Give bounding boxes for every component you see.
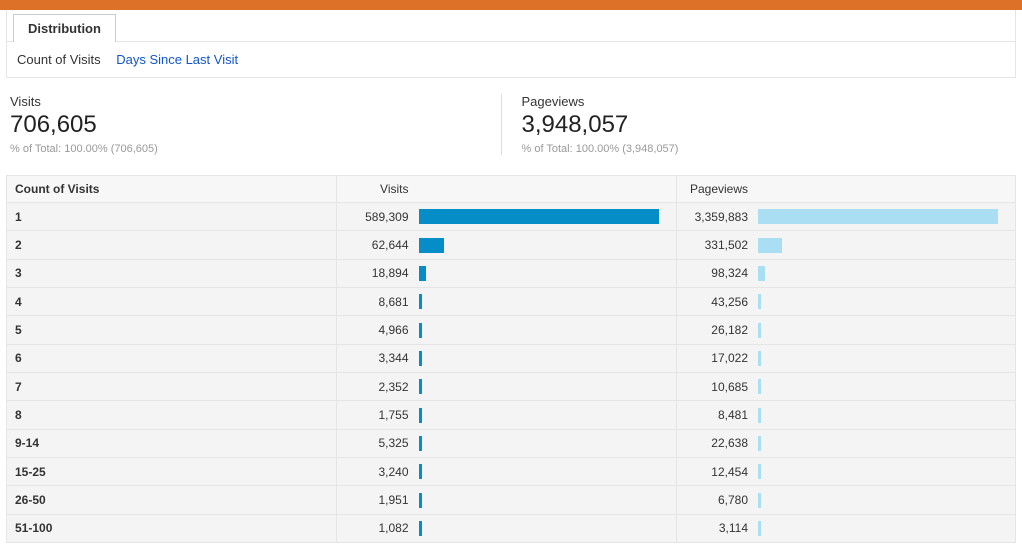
- header-visits-bar: [417, 176, 677, 203]
- cell-pageviews: 6,780: [676, 486, 756, 514]
- cell-bucket: 8: [7, 401, 337, 429]
- cell-bucket: 2: [7, 231, 337, 259]
- cell-visits-bar: [417, 287, 677, 315]
- cell-visits-bar: [417, 259, 677, 287]
- cell-pageviews: 10,685: [676, 372, 756, 400]
- top-nav-bar: [0, 0, 1022, 10]
- cell-pageviews: 22,638: [676, 429, 756, 457]
- table-row: 9-145,325 22,638: [7, 429, 1016, 457]
- table-row: 48,681 43,256: [7, 287, 1016, 315]
- cell-visits-bar: [417, 203, 677, 231]
- header-pageviews[interactable]: Pageviews: [676, 176, 756, 203]
- cell-visits-bar: [417, 401, 677, 429]
- cell-pageviews: 26,182: [676, 316, 756, 344]
- cell-pageviews-bar: [756, 401, 1016, 429]
- cell-visits: 1,755: [337, 401, 417, 429]
- cell-pageviews-bar: [756, 203, 1016, 231]
- cell-visits-bar: [417, 514, 677, 542]
- cell-visits: 4,966: [337, 316, 417, 344]
- cell-bucket: 5: [7, 316, 337, 344]
- cell-pageviews: 331,502: [676, 231, 756, 259]
- header-pageviews-bar: [756, 176, 1016, 203]
- cell-visits: 8,681: [337, 287, 417, 315]
- summary-pageviews: Pageviews 3,948,057 % of Total: 100.00% …: [501, 94, 1013, 155]
- table-row: 51-1001,082 3,114: [7, 514, 1016, 542]
- table-row: 262,644 331,502: [7, 231, 1016, 259]
- cell-bucket: 51-100: [7, 514, 337, 542]
- table-row: 26-501,951 6,780: [7, 486, 1016, 514]
- summary-visits: Visits 706,605 % of Total: 100.00% (706,…: [10, 94, 501, 155]
- cell-bucket: 26-50: [7, 486, 337, 514]
- cell-bucket: 7: [7, 372, 337, 400]
- table-row: 72,352 10,685: [7, 372, 1016, 400]
- cell-pageviews-bar: [756, 457, 1016, 485]
- cell-visits-bar: [417, 486, 677, 514]
- cell-pageviews: 3,114: [676, 514, 756, 542]
- metric-value-pageviews: 3,948,057: [522, 111, 973, 139]
- cell-pageviews-bar: [756, 316, 1016, 344]
- cell-pageviews-bar: [756, 514, 1016, 542]
- cell-visits-bar: [417, 457, 677, 485]
- cell-bucket: 6: [7, 344, 337, 372]
- table-row: 54,966 26,182: [7, 316, 1016, 344]
- metric-label-visits: Visits: [10, 94, 461, 109]
- cell-visits: 3,344: [337, 344, 417, 372]
- metric-sub-visits: % of Total: 100.00% (706,605): [10, 143, 461, 155]
- metric-value-visits: 706,605: [10, 111, 461, 139]
- table-row: 81,755 8,481: [7, 401, 1016, 429]
- cell-visits-bar: [417, 372, 677, 400]
- table-row: 63,344 17,022: [7, 344, 1016, 372]
- cell-pageviews: 8,481: [676, 401, 756, 429]
- cell-visits-bar: [417, 316, 677, 344]
- cell-bucket: 4: [7, 287, 337, 315]
- tab-container: Distribution Count of Visits Days Since …: [6, 10, 1016, 78]
- cell-pageviews-bar: [756, 344, 1016, 372]
- subtab-row: Count of Visits Days Since Last Visit: [7, 42, 1015, 77]
- cell-pageviews-bar: [756, 259, 1016, 287]
- header-count[interactable]: Count of Visits: [7, 176, 337, 203]
- table-row: 318,894 98,324: [7, 259, 1016, 287]
- metric-label-pageviews: Pageviews: [522, 94, 973, 109]
- cell-bucket: 3: [7, 259, 337, 287]
- table-header-row: Count of Visits Visits Pageviews: [7, 176, 1016, 203]
- cell-visits-bar: [417, 231, 677, 259]
- table-row: 15-253,240 12,454: [7, 457, 1016, 485]
- cell-pageviews: 43,256: [676, 287, 756, 315]
- cell-visits: 62,644: [337, 231, 417, 259]
- cell-visits: 5,325: [337, 429, 417, 457]
- cell-pageviews-bar: [756, 486, 1016, 514]
- cell-visits-bar: [417, 344, 677, 372]
- cell-pageviews-bar: [756, 287, 1016, 315]
- cell-pageviews: 3,359,883: [676, 203, 756, 231]
- cell-bucket: 9-14: [7, 429, 337, 457]
- distribution-table: Count of Visits Visits Pageviews 1589,30…: [6, 175, 1016, 543]
- cell-pageviews-bar: [756, 372, 1016, 400]
- cell-pageviews: 98,324: [676, 259, 756, 287]
- cell-visits: 2,352: [337, 372, 417, 400]
- cell-visits: 1,082: [337, 514, 417, 542]
- subtab-days-since-last-visit[interactable]: Days Since Last Visit: [116, 52, 238, 67]
- cell-pageviews: 12,454: [676, 457, 756, 485]
- cell-bucket: 1: [7, 203, 337, 231]
- table-row: 1589,309 3,359,883: [7, 203, 1016, 231]
- subtab-count-of-visits[interactable]: Count of Visits: [17, 52, 101, 67]
- summary-row: Visits 706,605 % of Total: 100.00% (706,…: [0, 78, 1022, 165]
- cell-bucket: 15-25: [7, 457, 337, 485]
- cell-visits: 589,309: [337, 203, 417, 231]
- cell-pageviews-bar: [756, 231, 1016, 259]
- cell-pageviews-bar: [756, 429, 1016, 457]
- cell-visits: 18,894: [337, 259, 417, 287]
- cell-visits: 3,240: [337, 457, 417, 485]
- tab-distribution[interactable]: Distribution: [13, 14, 116, 42]
- metric-sub-pageviews: % of Total: 100.00% (3,948,057): [522, 143, 973, 155]
- cell-visits-bar: [417, 429, 677, 457]
- cell-visits: 1,951: [337, 486, 417, 514]
- header-visits[interactable]: Visits: [337, 176, 417, 203]
- tab-list: Distribution: [7, 10, 1015, 42]
- cell-pageviews: 17,022: [676, 344, 756, 372]
